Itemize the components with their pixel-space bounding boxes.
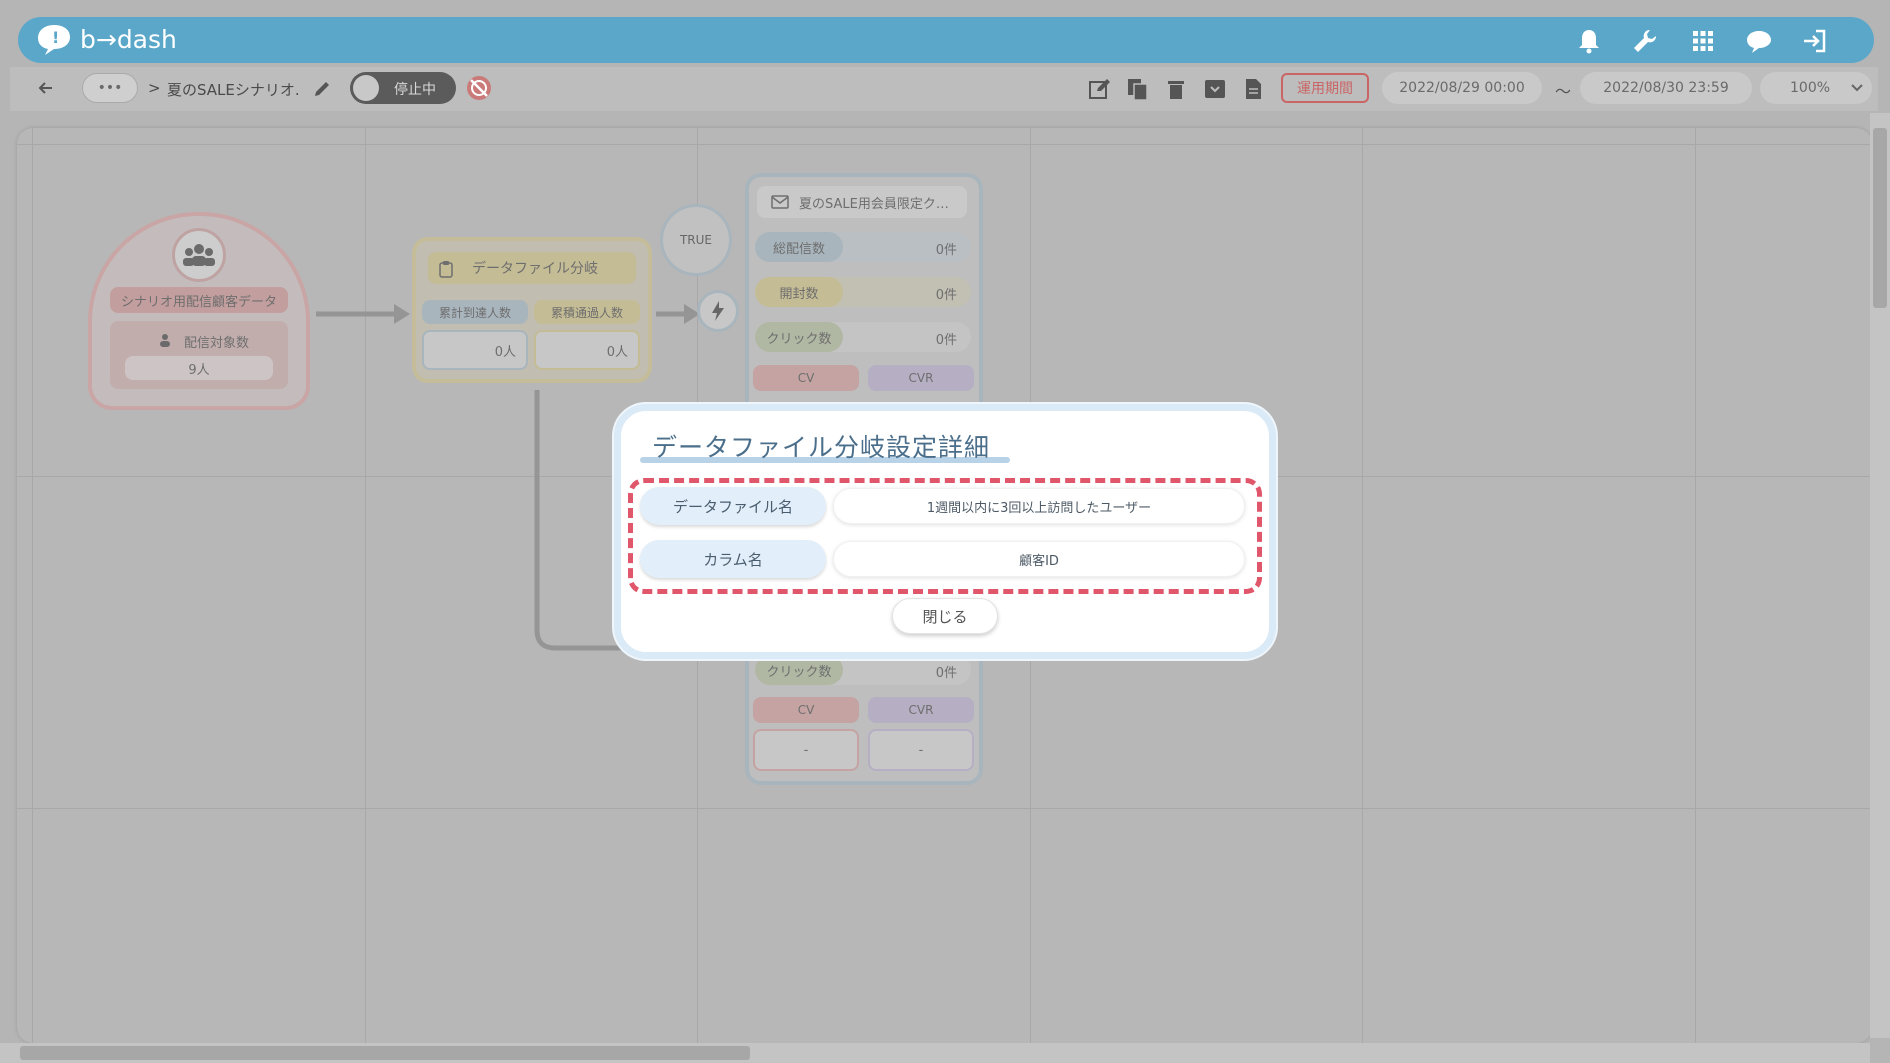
branch-title: データファイル分岐 (428, 252, 636, 284)
mail-cv-label: CV (753, 365, 859, 391)
mail-row-1: 開封数 0件 (755, 277, 971, 307)
source-title: シナリオ用配信顧客データ (110, 287, 288, 313)
branch-col2-label: 累積通過人数 (534, 300, 640, 324)
trigger-node[interactable] (697, 290, 739, 332)
column-name-value: 顧客ID (833, 541, 1245, 577)
branch-col1-value: 0人 (422, 330, 528, 370)
mail-bottom-click-row: クリック数 0件 (755, 655, 971, 685)
branch-col2-value: 0人 (534, 330, 640, 370)
mail-bottom-cvr-label: CVR (868, 697, 974, 723)
source-metric-value: 9人 (125, 356, 273, 380)
mail-bottom-cvr-value: - (868, 729, 974, 771)
source-metric-label: 配信対象数 (184, 336, 250, 351)
mail-icon (771, 195, 789, 209)
data-file-name-value: 1週間以内に3回以上訪問したユーザー (833, 488, 1245, 524)
mail-bottom-click-label: クリック数 (755, 655, 843, 685)
mail-cvr-label: CVR (868, 365, 974, 391)
mail-row-value: 0件 (935, 288, 957, 303)
data-file-name-label: データファイル名 (640, 487, 826, 525)
mail-bottom-cv-value: - (753, 729, 859, 771)
vertical-scroll-thumb[interactable] (1873, 128, 1887, 308)
clipboard-icon (439, 261, 453, 278)
mail-bottom-click-value: 0件 (935, 666, 957, 681)
close-button[interactable]: 閉じる (892, 598, 998, 634)
mail-row-value: 0件 (935, 243, 957, 258)
person-icon (160, 334, 170, 347)
true-badge: TRUE (660, 204, 732, 276)
lightning-icon (712, 301, 724, 321)
mail-bottom-cv-label: CV (753, 697, 859, 723)
column-name-label: カラム名 (640, 540, 826, 578)
horizontal-scroll-thumb[interactable] (20, 1046, 750, 1060)
mail-row-value: 0件 (935, 333, 957, 348)
mail-row-label: 開封数 (755, 277, 843, 307)
branch-col1-label: 累計到達人数 (422, 300, 528, 324)
users-group-icon (172, 228, 226, 282)
mail-row-label: クリック数 (755, 322, 843, 352)
modal-title: データファイル分岐設定詳細 (652, 433, 991, 462)
mail-row-0: 総配信数 0件 (755, 232, 971, 262)
mail-row-2: クリック数 0件 (755, 322, 971, 352)
mail-row-label: 総配信数 (755, 232, 843, 262)
